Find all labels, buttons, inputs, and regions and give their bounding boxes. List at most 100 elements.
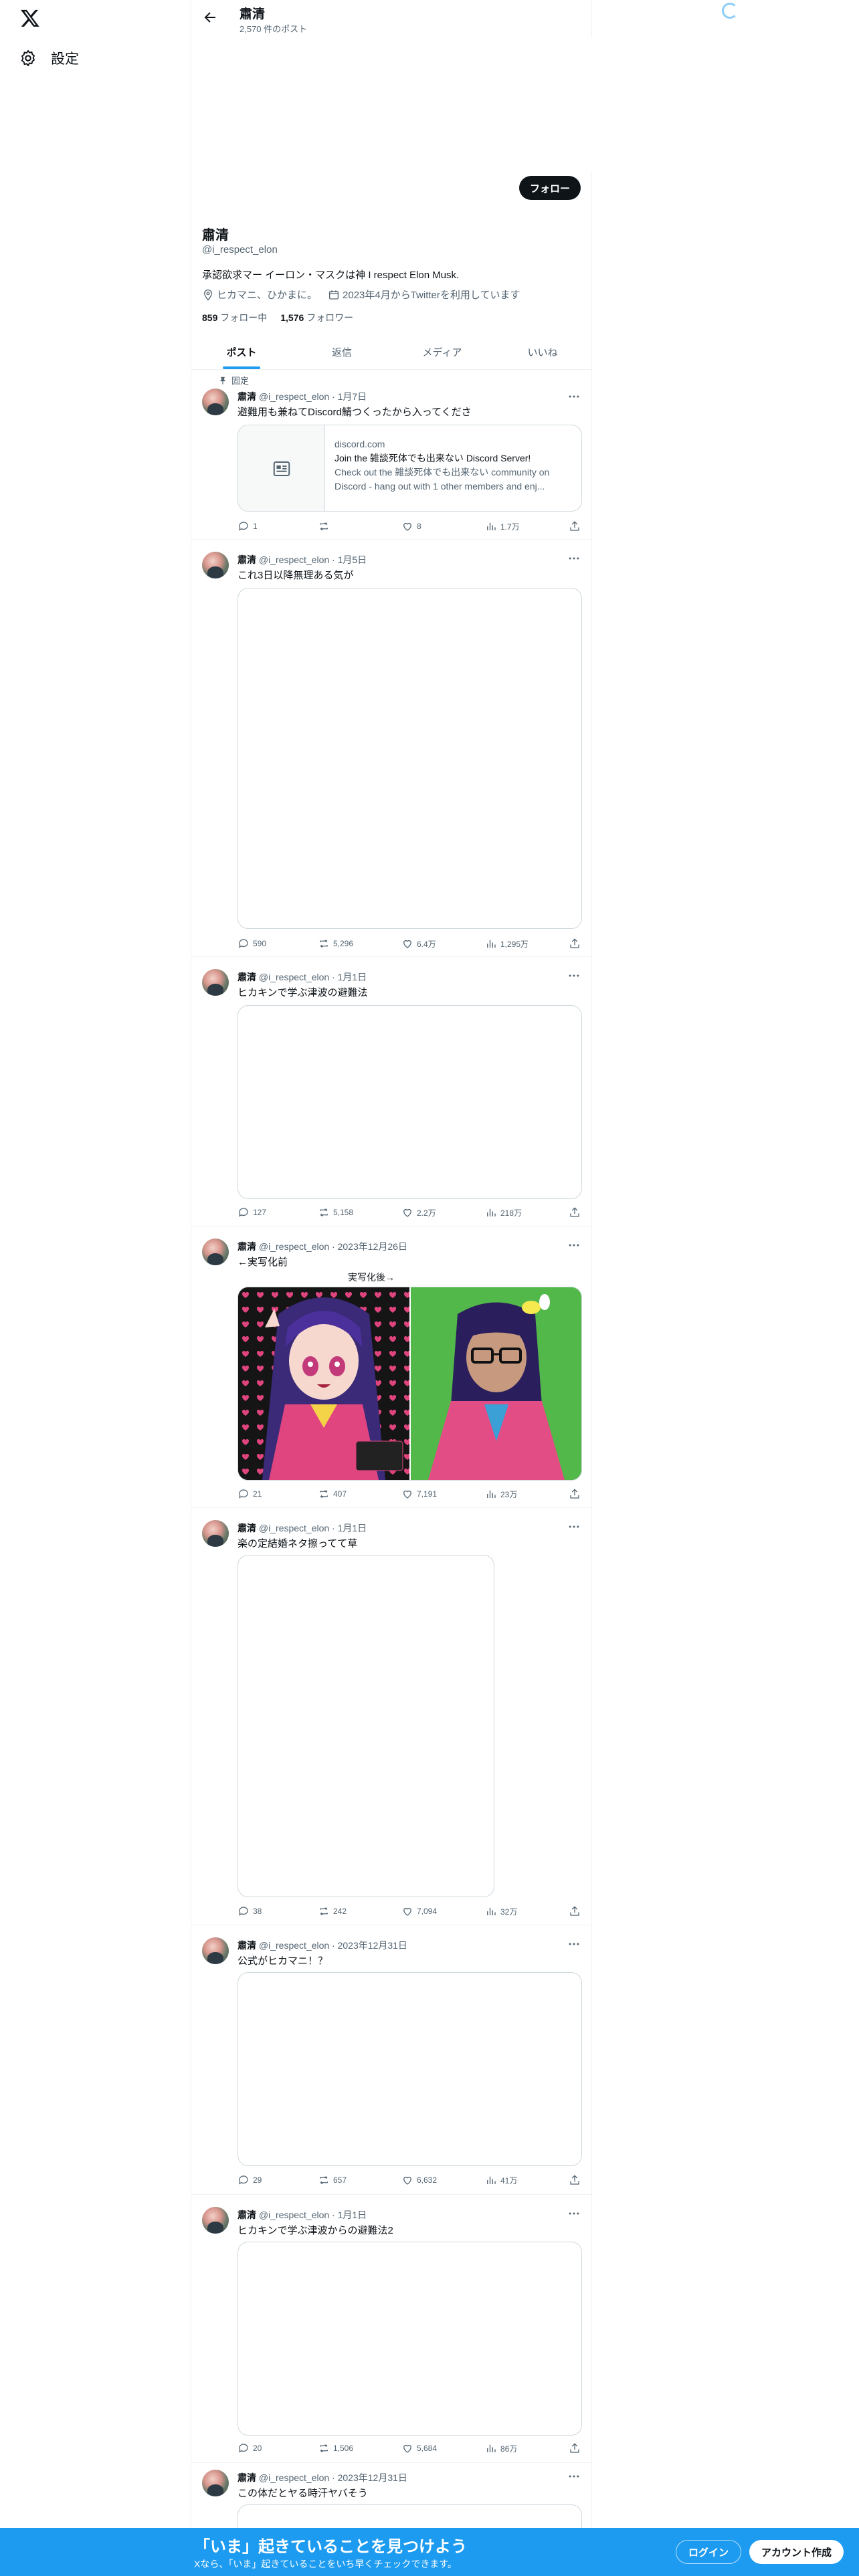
tab-media[interactable]: メディア [392,334,492,369]
more-icon[interactable] [567,969,581,982]
anime-illustration-image[interactable] [238,1287,409,1480]
views-button[interactable]: 32万 [485,1905,517,1917]
like-button[interactable]: 8 [401,520,421,532]
like-button[interactable]: 5,684 [401,2442,437,2454]
post-media[interactable] [237,1555,494,1897]
share-button[interactable] [569,1905,581,1917]
views-button[interactable]: 86万 [485,2442,517,2454]
link-card-desc-2: Discord - hang out with 1 other members … [335,481,545,492]
repost-button[interactable]: 5,296 [318,938,353,950]
cosplay-photo-image[interactable] [411,1287,581,1480]
repost-count: 1,506 [333,2444,354,2453]
repost-button[interactable]: 657 [318,2174,347,2186]
tab-replies[interactable]: 返信 [292,334,392,369]
reply-button[interactable]: 38 [237,1905,262,1917]
views-button[interactable]: 41万 [485,2174,517,2186]
post-author-name[interactable]: 肅清 [237,972,256,982]
post-item[interactable]: 肅清 @i_respect_elon · 1月1日 ヒカキンで学ぶ津波の避難法 … [191,957,593,1226]
post-media[interactable] [237,2242,582,2436]
follow-button[interactable]: フォロー [518,176,581,200]
more-icon[interactable] [567,1239,581,1252]
avatar[interactable] [202,1937,229,1964]
like-button[interactable]: 6,632 [401,2174,437,2186]
tab-likes[interactable]: いいね [492,334,593,369]
post-author-name[interactable]: 肅清 [237,1940,256,1951]
login-button[interactable]: ログイン [676,2540,742,2564]
more-icon[interactable] [567,390,581,403]
views-button[interactable]: 23万 [485,1488,517,1500]
post-caption: 実写化後→ [348,1272,395,1283]
post-item[interactable]: 肅清 @i_respect_elon · 2023年12月31日 公式がヒカマニ… [191,1925,593,2195]
avatar[interactable] [202,1239,229,1265]
post-author-name[interactable]: 肅清 [237,2210,256,2220]
like-button[interactable]: 2.2万 [401,1206,436,1218]
reply-button[interactable]: 20 [237,2442,262,2454]
share-button[interactable] [569,1488,581,1500]
avatar[interactable] [202,389,229,415]
post-media[interactable] [237,1972,582,2166]
views-button[interactable]: 1.7万 [485,520,520,532]
reply-icon [239,522,248,531]
post-item[interactable]: 肅清 @i_respect_elon · 1月1日 ヒカキンで学ぶ津波からの避難… [191,2195,593,2463]
create-account-button[interactable]: アカウント作成 [749,2540,844,2564]
views-button[interactable]: 1,295万 [485,938,529,950]
tab-posts[interactable]: ポスト [191,334,292,369]
avatar[interactable] [202,969,229,996]
post-item[interactable]: 固定 肅清 @i_respect_elon · 1月7日 避難用も兼ねてDisc… [191,370,593,540]
more-icon[interactable] [567,1937,581,1951]
post-item[interactable]: 肅清 @i_respect_elon · 1月1日 楽の定結婚ネタ擦ってて草 3… [191,1508,593,1925]
avatar[interactable] [202,552,229,578]
view-count: 32万 [500,1907,518,1917]
avatar[interactable] [202,1520,229,1547]
more-icon[interactable] [567,1520,581,1533]
share-button[interactable] [569,2174,581,2186]
post-media[interactable] [237,1005,582,1199]
more-icon[interactable] [567,2207,581,2220]
post-author-name[interactable]: 肅清 [237,1241,256,1252]
share-icon [570,521,579,531]
avatar[interactable] [202,2207,229,2234]
repost-count: 657 [333,2175,347,2185]
post-text: ヒカキンで学ぶ津波の避難法 [237,987,368,998]
views-button[interactable]: 218万 [485,1206,522,1218]
repost-button[interactable]: 407 [318,1488,347,1500]
post-media-pair[interactable] [237,1287,582,1481]
following-link[interactable]: 859 フォロー中 [202,311,267,324]
like-button[interactable]: 7,191 [401,1488,437,1500]
share-icon [570,1906,579,1916]
back-arrow-icon[interactable] [202,9,218,25]
repost-button[interactable] [318,520,333,532]
post-author-name[interactable]: 肅清 [237,554,256,565]
nav-settings[interactable]: 設定 [19,47,79,70]
share-button[interactable] [569,2442,581,2454]
views-chart-icon [487,2444,496,2452]
reply-icon [239,1208,248,1217]
link-card[interactable]: discord.com Join the 雑談死体でも出来ない Discord … [237,425,582,512]
post-author-name[interactable]: 肅清 [237,2472,256,2483]
reply-button[interactable]: 590 [237,938,266,950]
repost-button[interactable]: 1,506 [318,2442,353,2454]
post-item[interactable]: 肅清 @i_respect_elon · 2023年12月26日 ←実写化前 実… [191,1226,593,1508]
followers-link[interactable]: 1,576 フォロワー [280,311,353,324]
reply-button[interactable]: 1 [237,520,258,532]
avatar[interactable] [202,2470,229,2496]
share-button[interactable] [569,1206,581,1218]
post-item[interactable]: 肅清 @i_respect_elon · 1月5日 これ3日以降無理ある気が 5… [191,540,593,957]
share-button[interactable] [569,520,581,532]
like-button[interactable]: 6.4万 [401,938,436,950]
post-author-name[interactable]: 肅清 [237,1523,256,1533]
more-icon[interactable] [567,552,581,565]
repost-button[interactable]: 5,158 [318,1206,353,1218]
left-rail: 設定 [0,0,191,2576]
like-button[interactable]: 7,094 [401,1905,437,1917]
reply-button[interactable]: 21 [237,1488,262,1500]
share-button[interactable] [569,938,581,950]
repost-button[interactable]: 242 [318,1905,347,1917]
reply-button[interactable]: 127 [237,1206,266,1218]
more-icon[interactable] [567,2470,581,2483]
reply-icon [239,1489,248,1499]
reply-button[interactable]: 29 [237,2174,262,2186]
post-media[interactable] [237,588,582,929]
x-logo-icon[interactable] [19,7,41,29]
post-author-name[interactable]: 肅清 [237,391,256,402]
